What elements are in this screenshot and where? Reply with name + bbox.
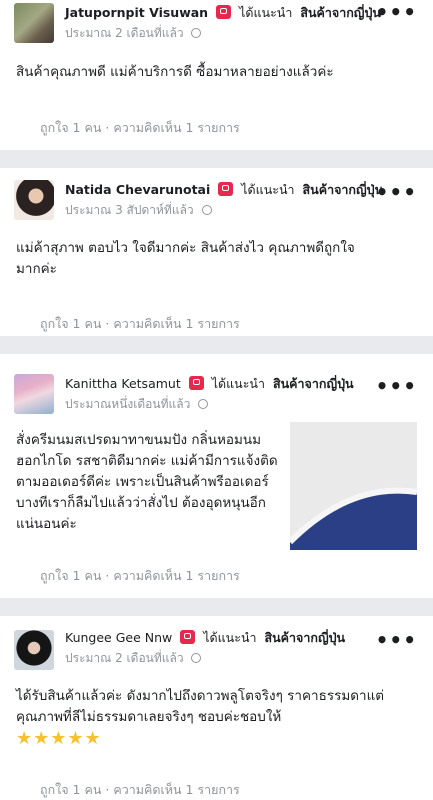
- review-time[interactable]: ประมาณ 2 เดือนที่แล้ว: [65, 651, 184, 665]
- globe-icon: [191, 653, 202, 663]
- review-footer: ถูกใจ 1 คน · ความคิดเห็น 1 รายการ: [40, 566, 240, 586]
- review-text: สินค้าคุณภาพดี แม่ค้าบริการดี ซื้อมาหลาย…: [16, 64, 334, 80]
- comments-count[interactable]: ความคิดเห็น 1 รายการ: [113, 568, 239, 583]
- more-options-button[interactable]: •••: [376, 628, 417, 652]
- review-title-line: Kanittha Ketsamut ได้แนะนำ สินค้าจากญี่ป…: [65, 374, 354, 394]
- comments-count[interactable]: ความคิดเห็น 1 รายการ: [113, 120, 239, 135]
- page-name-link[interactable]: สินค้าจากญี่ปุ่น: [265, 630, 346, 645]
- separator: ·: [105, 316, 110, 331]
- review-meta: ประมาณ 2 เดือนที่แล้ว: [65, 24, 202, 43]
- author-name[interactable]: Jatupornpit Visuwan: [65, 5, 208, 20]
- recommends-label: ได้แนะนำ: [203, 630, 257, 645]
- review-text: แม่ค้าสุภาพ ตอบไว ใจดีมากค่ะ สินค้าส่งไว…: [16, 240, 355, 277]
- recommends-label: ได้แนะนำ: [241, 182, 295, 197]
- avatar[interactable]: [14, 180, 54, 220]
- review-title-line: Jatupornpit Visuwan ได้แนะนำ สินค้าจากญี…: [65, 3, 381, 23]
- review-footer: ถูกใจ 1 คน · ความคิดเห็น 1 รายการ: [40, 314, 240, 334]
- review-text: ได้รับสินค้าแล้วค่ะ ดังมากไปถึงดาวพลูโตจ…: [16, 688, 385, 725]
- review-text: สั่งครีมนมสเปรดมาทาขนมปัง กลิ่นหอมนมฮอกไ…: [16, 432, 278, 532]
- more-options-button[interactable]: •••: [376, 0, 417, 24]
- page-name-link[interactable]: สินค้าจากญี่ปุ่น: [273, 376, 354, 391]
- author-name[interactable]: Kungee Gee Nnw: [65, 630, 172, 645]
- review-card: Kungee Gee Nnw ได้แนะนำ สินค้าจากญี่ปุ่น…: [0, 616, 433, 800]
- globe-icon: [201, 205, 212, 215]
- separator: ·: [105, 782, 110, 797]
- author-name[interactable]: Kanittha Ketsamut: [65, 376, 181, 391]
- avatar[interactable]: [14, 3, 54, 43]
- page-name-link[interactable]: สินค้าจากญี่ปุ่น: [300, 5, 381, 20]
- globe-icon: [191, 28, 202, 38]
- review-header: Natida Chevarunotai ได้แนะนำ สินค้าจากญี…: [14, 178, 433, 226]
- review-header: Jatupornpit Visuwan ได้แนะนำ สินค้าจากญี…: [14, 0, 433, 48]
- reviews-feed: Jatupornpit Visuwan ได้แนะนำ สินค้าจากญี…: [0, 0, 433, 800]
- recommends-label: ได้แนะนำ: [239, 5, 293, 20]
- review-time[interactable]: ประมาณ 2 เดือนที่แล้ว: [65, 26, 184, 40]
- globe-icon: [198, 399, 209, 409]
- recommend-icon: [218, 182, 234, 196]
- comments-count[interactable]: ความคิดเห็น 1 รายการ: [113, 782, 239, 797]
- review-footer: ถูกใจ 1 คน · ความคิดเห็น 1 รายการ: [40, 780, 240, 800]
- likes-count[interactable]: ถูกใจ 1 คน: [40, 782, 101, 797]
- review-time[interactable]: ประมาณ 3 สัปดาห์ที่แล้ว: [65, 203, 194, 217]
- page-name-link[interactable]: สินค้าจากญี่ปุ่น: [303, 182, 384, 197]
- review-card: Kanittha Ketsamut ได้แนะนำ สินค้าจากญี่ป…: [0, 354, 433, 598]
- recommend-icon: [180, 630, 196, 644]
- review-card: Natida Chevarunotai ได้แนะนำ สินค้าจากญี…: [0, 168, 433, 336]
- recommend-icon: [216, 5, 232, 19]
- rating-stars: ★★★★★: [16, 728, 102, 749]
- likes-count[interactable]: ถูกใจ 1 คน: [40, 120, 101, 135]
- review-meta: ประมาณ 2 เดือนที่แล้ว: [65, 649, 202, 668]
- avatar[interactable]: [14, 374, 54, 414]
- more-options-button[interactable]: •••: [376, 180, 417, 204]
- author-name[interactable]: Natida Chevarunotai: [65, 182, 210, 197]
- recommend-icon: [188, 376, 204, 390]
- separator: ·: [105, 568, 110, 583]
- recommends-label: ได้แนะนำ: [211, 376, 265, 391]
- review-title-line: Natida Chevarunotai ได้แนะนำ สินค้าจากญี…: [65, 180, 383, 200]
- review-card: Jatupornpit Visuwan ได้แนะนำ สินค้าจากญี…: [0, 0, 433, 150]
- separator: ·: [105, 120, 110, 135]
- more-options-button[interactable]: •••: [376, 374, 417, 398]
- avatar[interactable]: [14, 630, 54, 670]
- review-photo[interactable]: [290, 422, 417, 550]
- review-meta: ประมาณหนึ่งเดือนที่แล้ว: [65, 395, 209, 414]
- comments-count[interactable]: ความคิดเห็น 1 รายการ: [113, 316, 239, 331]
- review-time[interactable]: ประมาณหนึ่งเดือนที่แล้ว: [65, 397, 190, 411]
- likes-count[interactable]: ถูกใจ 1 คน: [40, 568, 101, 583]
- review-meta: ประมาณ 3 สัปดาห์ที่แล้ว: [65, 201, 212, 220]
- review-header: Kanittha Ketsamut ได้แนะนำ สินค้าจากญี่ป…: [14, 364, 433, 414]
- likes-count[interactable]: ถูกใจ 1 คน: [40, 316, 101, 331]
- review-photo-image: [290, 422, 417, 550]
- review-header: Kungee Gee Nnw ได้แนะนำ สินค้าจากญี่ปุ่น…: [14, 626, 433, 674]
- review-footer: ถูกใจ 1 คน · ความคิดเห็น 1 รายการ: [40, 118, 240, 138]
- review-title-line: Kungee Gee Nnw ได้แนะนำ สินค้าจากญี่ปุ่น: [65, 628, 345, 648]
